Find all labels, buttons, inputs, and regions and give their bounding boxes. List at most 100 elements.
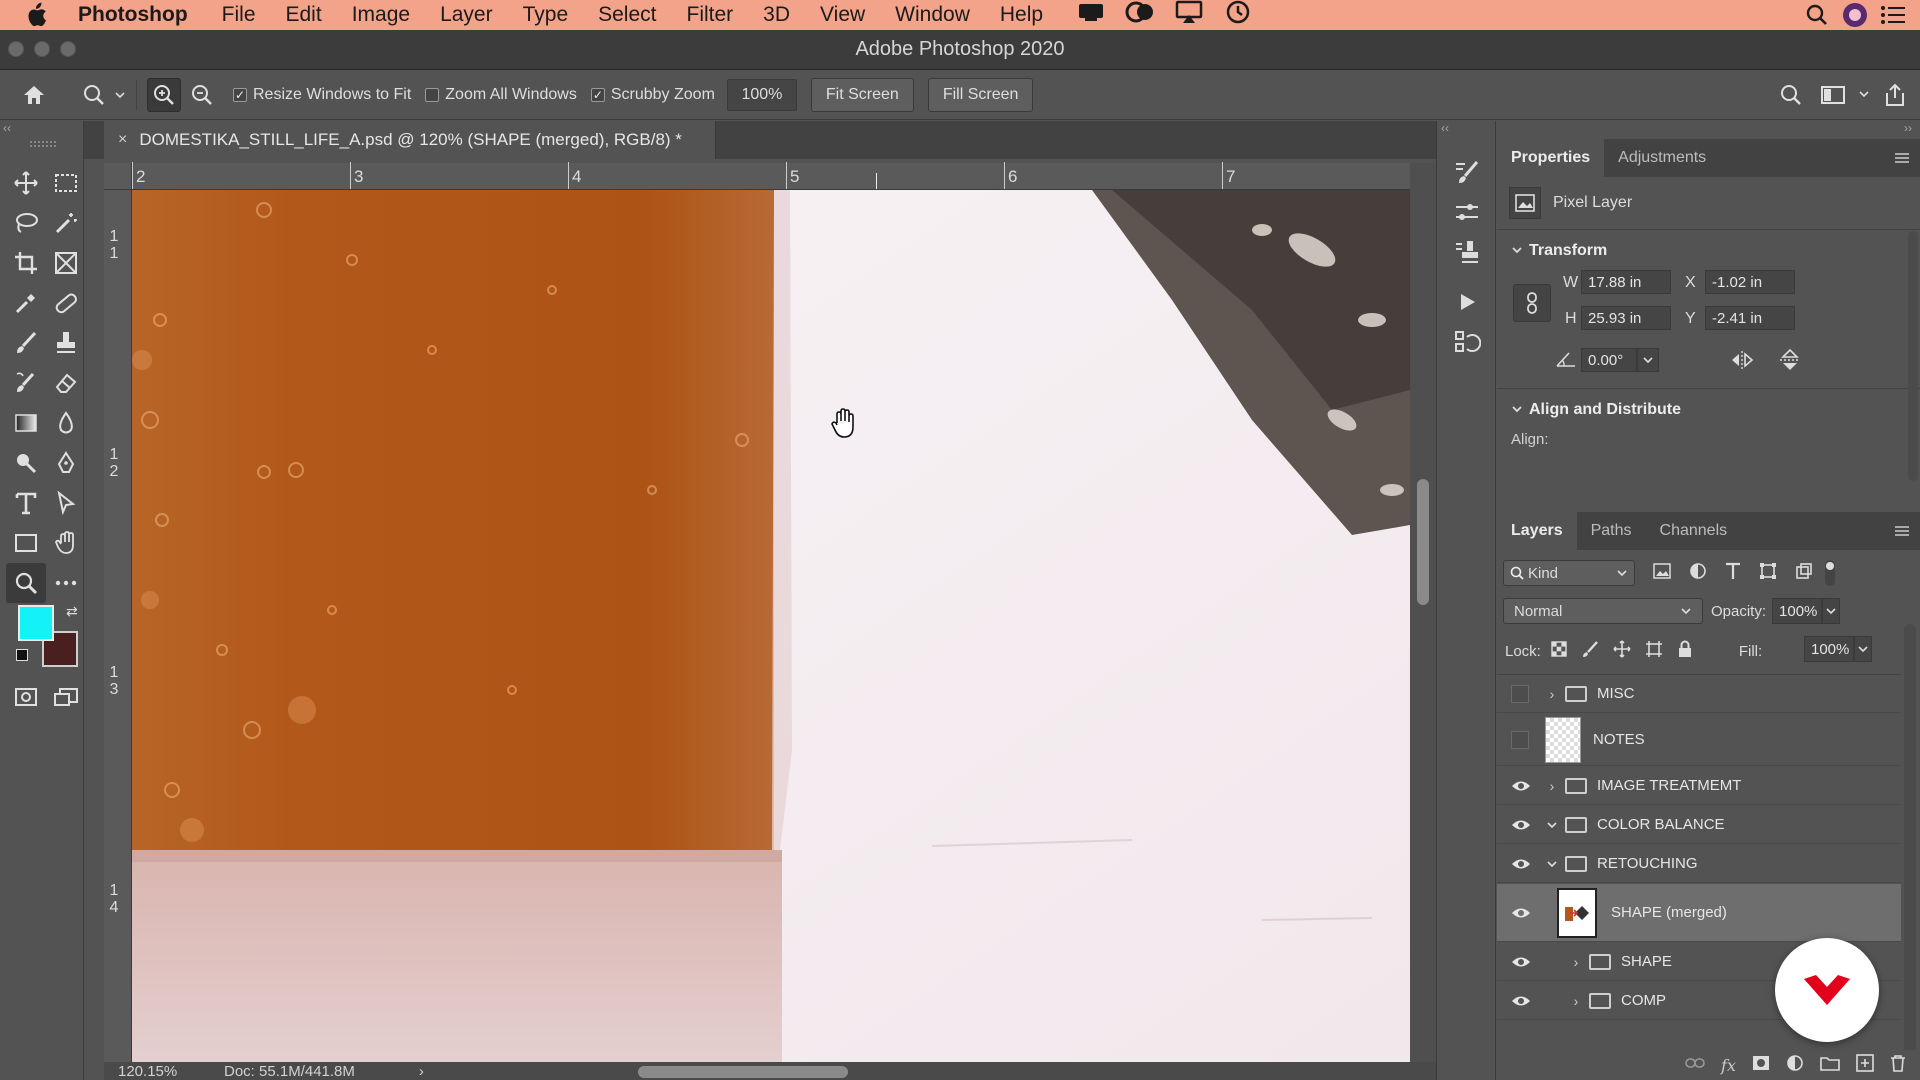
width-field[interactable]: 17.88 in	[1581, 270, 1671, 294]
document-tab[interactable]: × DOMESTIKA_STILL_LIFE_A.psd @ 120% (SHA…	[104, 121, 716, 159]
collapse-panel-icon[interactable]: ‹‹	[3, 121, 11, 135]
layer-row-retouching[interactable]: RETOUCHING	[1497, 845, 1901, 883]
filter-toggle-icon[interactable]	[1825, 560, 1835, 586]
layer-row-image-treatment[interactable]: › IMAGE TREATMEMT	[1497, 767, 1901, 805]
workspace-icon[interactable]	[1816, 78, 1850, 112]
expand-dock-icon[interactable]: ‹‹	[1441, 121, 1449, 135]
history-brush-icon[interactable]	[6, 363, 46, 403]
minimize-window-button[interactable]	[34, 41, 50, 57]
align-header[interactable]: Align and Distribute	[1511, 401, 1906, 419]
zoom-tool-icon[interactable]	[6, 563, 46, 603]
history-icon[interactable]	[1450, 325, 1484, 359]
lock-transparent-icon[interactable]	[1551, 641, 1567, 661]
visibility-toggle-off[interactable]	[1511, 684, 1529, 703]
panel-grip[interactable]	[30, 141, 56, 147]
brush-tool-icon[interactable]	[6, 323, 46, 363]
menu-image[interactable]: Image	[352, 3, 410, 27]
menu-filter[interactable]: Filter	[687, 3, 734, 27]
layer-row-notes[interactable]: NOTES	[1497, 714, 1901, 766]
panel-menu-icon[interactable]	[1894, 512, 1920, 550]
status-menu-arrow[interactable]: ›	[419, 1063, 424, 1080]
link-dimensions-button[interactable]	[1513, 284, 1551, 322]
menu-3d[interactable]: 3D	[763, 3, 790, 27]
user-avatar-icon[interactable]	[1838, 0, 1872, 30]
adjust-sliders-icon[interactable]	[1450, 195, 1484, 229]
tab-layers[interactable]: Layers	[1497, 512, 1577, 550]
foreground-color-swatch[interactable]	[18, 605, 54, 641]
delete-layer-icon[interactable]	[1890, 1054, 1906, 1077]
filter-shape-icon[interactable]	[1759, 562, 1777, 585]
scrollbar-thumb[interactable]	[1417, 479, 1429, 605]
frame-tool-icon[interactable]	[46, 243, 86, 283]
opacity-field[interactable]: 100%	[1772, 598, 1823, 624]
share-icon[interactable]	[1878, 78, 1912, 112]
x-position-field[interactable]: -1.02 in	[1705, 270, 1795, 294]
chevron-right-icon[interactable]: ›	[1569, 954, 1583, 970]
new-group-icon[interactable]	[1820, 1055, 1840, 1076]
eraser-tool-icon[interactable]	[46, 363, 86, 403]
blend-mode-select[interactable]: Normal	[1503, 598, 1703, 624]
angle-dropdown[interactable]	[1637, 348, 1659, 372]
path-selection-icon[interactable]	[46, 483, 86, 523]
notification-center-icon[interactable]	[1876, 0, 1910, 30]
type-tool-icon[interactable]	[6, 483, 46, 523]
layer-row-misc[interactable]: › MISC	[1497, 675, 1901, 713]
resize-windows-checkbox[interactable]: ✓ Resize Windows to Fit	[233, 86, 411, 104]
tab-channels[interactable]: Channels	[1646, 512, 1742, 550]
chevron-right-icon[interactable]: ›	[1569, 993, 1583, 1009]
ruler-origin[interactable]	[104, 163, 132, 190]
dodge-tool-icon[interactable]	[6, 443, 46, 483]
quick-mask-icon[interactable]	[6, 677, 46, 717]
fill-dropdown[interactable]	[1854, 636, 1872, 662]
pen-tool-icon[interactable]	[46, 443, 86, 483]
zoom-window-button[interactable]	[60, 41, 76, 57]
tab-properties[interactable]: Properties	[1497, 139, 1605, 177]
transform-header[interactable]: Transform	[1511, 242, 1906, 260]
horizontal-scrollbar-thumb[interactable]	[638, 1066, 848, 1078]
menu-app-name[interactable]: Photoshop	[78, 3, 188, 27]
panel-menu-icon[interactable]	[1894, 139, 1920, 177]
menu-layer[interactable]: Layer	[440, 3, 493, 27]
swap-colors-icon[interactable]: ⇄	[66, 603, 78, 620]
menu-select[interactable]: Select	[598, 3, 656, 27]
fit-screen-button[interactable]: Fit Screen	[810, 77, 914, 112]
filter-kind-select[interactable]: Kind	[1503, 560, 1635, 586]
lock-all-icon[interactable]	[1677, 640, 1693, 662]
menu-edit[interactable]: Edit	[286, 3, 322, 27]
screen-mode-icon[interactable]	[46, 677, 86, 717]
vertical-ruler[interactable]: 11 12 13 14	[104, 190, 132, 1062]
spotlight-search-icon[interactable]	[1800, 0, 1834, 30]
apple-icon[interactable]	[22, 1, 50, 29]
close-document-icon[interactable]: ×	[118, 131, 127, 149]
height-field[interactable]: 25.93 in	[1581, 306, 1671, 330]
flip-horizontal-icon[interactable]	[1729, 350, 1755, 375]
crop-tool-icon[interactable]	[6, 243, 46, 283]
chevron-down-icon[interactable]	[1545, 856, 1559, 872]
layers-scrollbar[interactable]	[1904, 624, 1916, 1054]
hand-tool-icon[interactable]	[46, 523, 86, 563]
menu-file[interactable]: File	[222, 3, 256, 27]
fx-icon[interactable]: fx	[1721, 1056, 1736, 1075]
new-layer-icon[interactable]	[1856, 1053, 1874, 1077]
chevron-down-icon[interactable]	[1858, 86, 1870, 104]
eye-icon[interactable]	[1511, 779, 1531, 793]
y-position-field[interactable]: -2.41 in	[1705, 306, 1795, 330]
blur-tool-icon[interactable]	[46, 403, 86, 443]
scrubby-zoom-checkbox[interactable]: ✓ Scrubby Zoom	[590, 86, 715, 104]
marquee-tool-icon[interactable]	[46, 163, 86, 203]
filter-adjustment-icon[interactable]	[1689, 562, 1707, 585]
magic-wand-icon[interactable]	[46, 203, 86, 243]
canvas-vertical-scrollbar[interactable]	[1410, 163, 1436, 1062]
close-window-button[interactable]	[8, 41, 24, 57]
visibility-toggle-off[interactable]	[1511, 730, 1529, 749]
clone-source-icon[interactable]	[1450, 235, 1484, 269]
lock-position-icon[interactable]	[1613, 640, 1631, 662]
zoom-percent-field[interactable]: 100%	[726, 78, 797, 111]
menu-type[interactable]: Type	[523, 3, 569, 27]
chevron-right-icon[interactable]: ›	[1545, 778, 1559, 794]
brush-settings-icon[interactable]	[1450, 155, 1484, 189]
eye-icon[interactable]	[1511, 818, 1531, 832]
document-canvas[interactable]	[132, 190, 1410, 1062]
actions-play-icon[interactable]	[1450, 285, 1484, 319]
chevron-down-icon[interactable]	[1545, 817, 1559, 833]
